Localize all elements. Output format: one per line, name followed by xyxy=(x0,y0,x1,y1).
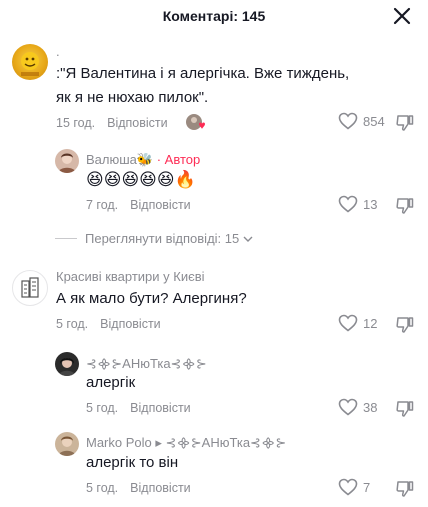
view-replies-label: Переглянути відповіді: 15 xyxy=(85,231,240,246)
heart-outline-icon xyxy=(338,478,358,496)
reply-button[interactable]: Відповісти xyxy=(107,116,168,130)
avatar[interactable] xyxy=(12,44,48,80)
like-count: 7 xyxy=(363,479,371,495)
heart-outline-icon xyxy=(338,314,358,332)
comments-count-title: Коментарі: 145 xyxy=(162,8,266,24)
heart-outline-icon xyxy=(338,112,358,130)
comment-meta: 5 год. Відповісти xyxy=(86,401,191,415)
creator-liked-badge xyxy=(185,113,205,133)
reply-button[interactable]: Відповісти xyxy=(130,198,191,212)
thumbs-down-icon[interactable] xyxy=(395,196,415,221)
comment-author[interactable]: ⊰᯽⊱АНюТка⊰᯽⊱ xyxy=(86,354,207,372)
thumbs-down-icon[interactable] xyxy=(395,479,415,504)
comment-text: алергік то він xyxy=(86,454,179,471)
comment-author[interactable]: Валюша🐝 · Автор xyxy=(86,152,200,168)
comment-meta: 5 год. Відповісти xyxy=(86,481,191,495)
author-badge: · Автор xyxy=(156,152,201,167)
comment-meta: 15 год. Відповісти xyxy=(56,116,168,130)
like-count: 854 xyxy=(363,113,385,129)
comment-time: 15 год. xyxy=(56,116,96,130)
comment-author[interactable]: Красиві квартири у Києві xyxy=(56,269,205,284)
comment-text: алергік xyxy=(86,374,136,391)
like-count: 38 xyxy=(363,399,378,415)
like-button[interactable]: 7 xyxy=(338,478,370,496)
like-button[interactable]: 13 xyxy=(338,195,377,213)
comment-time: 5 год. xyxy=(56,317,89,331)
comment-text: А як мало бути? Алергиня? xyxy=(56,290,247,307)
comment-meta: 5 год. Відповісти xyxy=(56,317,161,331)
like-button[interactable]: 38 xyxy=(338,398,377,416)
avatar[interactable] xyxy=(55,352,79,376)
comments-header: Коментарі: 145 xyxy=(0,0,428,32)
chevron-down-icon xyxy=(243,236,253,242)
comment-text: :"Я Валентина і я алергічка. Вже тиждень… xyxy=(56,65,350,106)
like-button[interactable]: 12 xyxy=(338,314,377,332)
avatar[interactable] xyxy=(55,149,79,173)
comment-meta: 7 год. Відповісти xyxy=(86,198,191,212)
comment-time: 7 год. xyxy=(86,198,119,212)
reply-button[interactable]: Відповісти xyxy=(100,317,161,331)
comment-text: 😆😆😆😆😆🔥 xyxy=(86,170,196,189)
close-icon[interactable] xyxy=(392,6,412,26)
avatar[interactable] xyxy=(12,270,48,306)
comment-time: 5 год. xyxy=(86,481,119,495)
reply-button[interactable]: Відповісти xyxy=(130,401,191,415)
avatar[interactable] xyxy=(55,432,79,456)
reply-button[interactable]: Відповісти xyxy=(130,481,191,495)
comment-author[interactable]: . xyxy=(56,44,60,59)
heart-outline-icon xyxy=(338,195,358,213)
comment-time: 5 год. xyxy=(86,401,119,415)
thumbs-down-icon[interactable] xyxy=(395,113,415,138)
divider xyxy=(55,238,77,239)
like-button[interactable]: 854 xyxy=(338,112,385,130)
thumbs-down-icon[interactable] xyxy=(395,399,415,424)
heart-outline-icon xyxy=(338,398,358,416)
thumbs-down-icon[interactable] xyxy=(395,315,415,340)
view-replies-button[interactable]: Переглянути відповіді: 15 xyxy=(55,231,254,246)
like-count: 12 xyxy=(363,315,378,331)
like-count: 13 xyxy=(363,196,378,212)
comment-author[interactable]: Marko Polo ▸ ⊰᯽⊱АНюТка⊰᯽⊱ xyxy=(86,433,286,451)
